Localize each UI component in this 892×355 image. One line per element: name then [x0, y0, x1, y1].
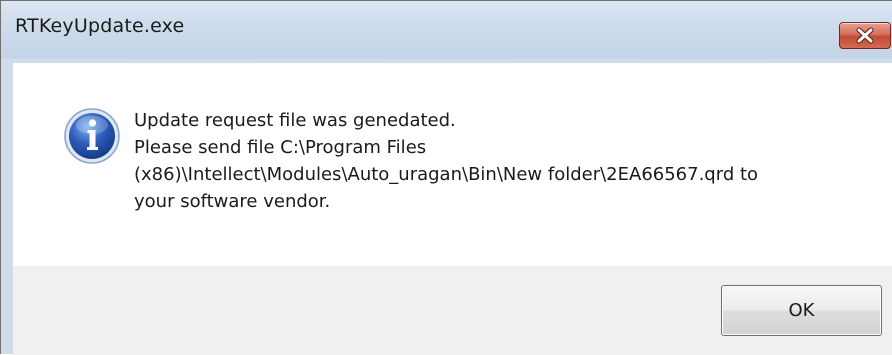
dialog-content: Update request file was genedated. Pleas…: [13, 63, 892, 266]
message-dialog: RTKeyUpdate.exe Update request file was …: [0, 0, 892, 355]
close-icon: [856, 27, 874, 44]
message-text: Update request file was genedated. Pleas…: [134, 107, 874, 215]
title-bar[interactable]: RTKeyUpdate.exe: [1, 1, 892, 59]
message-line: your software vendor.: [134, 191, 331, 212]
window-title: RTKeyUpdate.exe: [15, 15, 185, 37]
message-line: Update request file was genedated.: [134, 110, 456, 131]
close-button[interactable]: [839, 22, 891, 49]
message-line: (x86)\Intellect\Modules\Auto_uragan\Bin\…: [134, 164, 759, 185]
button-bar: OK: [13, 266, 892, 355]
ok-button[interactable]: OK: [721, 285, 882, 336]
message-line: Please send file C:\Program Files: [134, 137, 427, 158]
info-icon: [64, 108, 120, 164]
